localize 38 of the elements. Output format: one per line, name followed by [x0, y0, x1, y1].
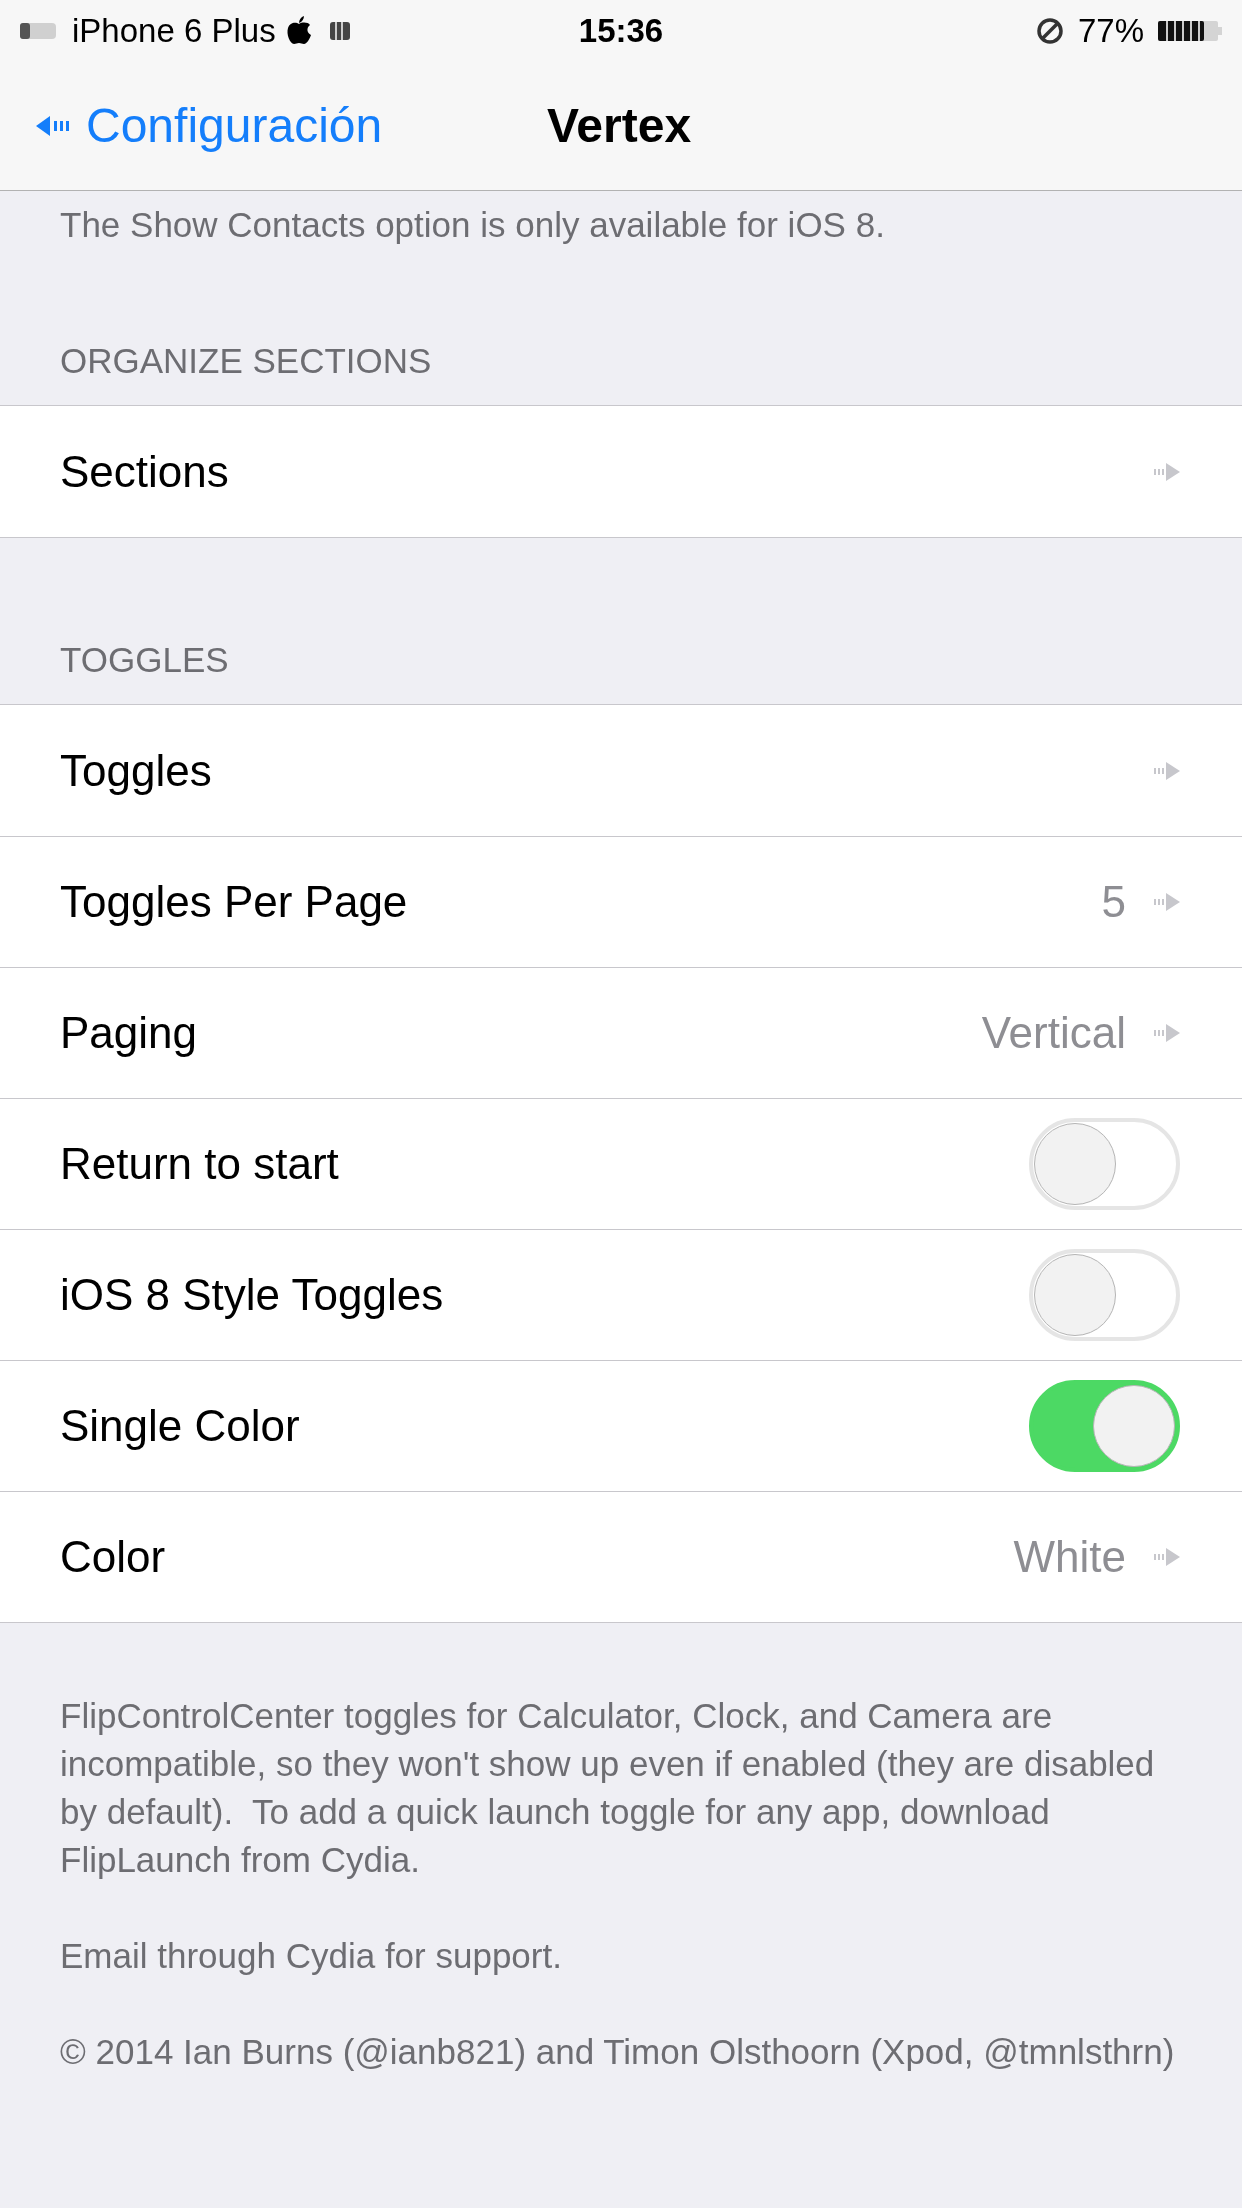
row-value: Vertical	[981, 1007, 1126, 1059]
battery-percentage: 77%	[1077, 11, 1144, 52]
clock-time: 15:36	[578, 11, 664, 52]
section-header: TOGGLES	[60, 639, 229, 681]
row-label: Sections	[60, 445, 229, 498]
row-value: White	[1013, 1531, 1126, 1583]
disclosure-arrow-icon	[1154, 760, 1180, 781]
footer-text: FlipControlCenter toggles for Calculator, Clock, and Camera are incompatible, so they won't show up even if enabled (they are disabled by default). To add a quick launch toggle for any app, download FlipLaunch from Cydia.	[60, 1695, 1156, 1881]
apple-icon	[285, 16, 312, 46]
row-label: Toggles	[60, 744, 212, 797]
screen-title: Vertex	[547, 98, 692, 154]
settings-row[interactable]: Toggles Per Page 5	[60, 837, 1180, 967]
disclosure-arrow-icon	[1154, 1023, 1180, 1043]
row-label: Toggles Per Page	[60, 876, 408, 928]
settings-row[interactable]: Color White	[60, 1492, 1180, 1622]
section-header: ORGANIZE SECTIONS	[60, 340, 432, 382]
footer-text: © 2014 Ian Burns (@ianb821) and Timon Olsthoorn (Xpod, @tmnlsthrn)	[60, 2031, 1176, 2073]
row-label: Return to start	[60, 1138, 339, 1190]
settings-row[interactable]: Sections	[60, 406, 1180, 537]
disclosure-arrow-icon	[1154, 892, 1180, 912]
row-value: 5	[1101, 876, 1126, 928]
info-note: The Show Contacts option is only available for iOS 8.	[59, 204, 886, 246]
battery-icon	[1158, 20, 1222, 42]
network-activity-icon	[329, 22, 350, 40]
row-label: iOS 8 Style Toggles	[60, 1269, 444, 1321]
footer-text: Email through Cydia for support.	[60, 1935, 563, 1977]
row-label: Paging	[60, 1007, 197, 1059]
signal-icon	[20, 23, 56, 39]
disclosure-arrow-icon	[1154, 461, 1180, 482]
rotation-lock-icon	[1035, 17, 1064, 45]
carrier-name: iPhone 6 Plus	[72, 11, 276, 52]
row-label: Color	[60, 1531, 166, 1583]
row-label: Single Color	[60, 1400, 300, 1452]
settings-row[interactable]: Paging Vertical	[60, 968, 1180, 1098]
settings-row[interactable]: Toggles	[60, 705, 1180, 836]
disclosure-arrow-icon	[1154, 1547, 1180, 1567]
back-button[interactable]: Configuración	[36, 90, 383, 162]
back-arrow-icon	[36, 114, 72, 138]
